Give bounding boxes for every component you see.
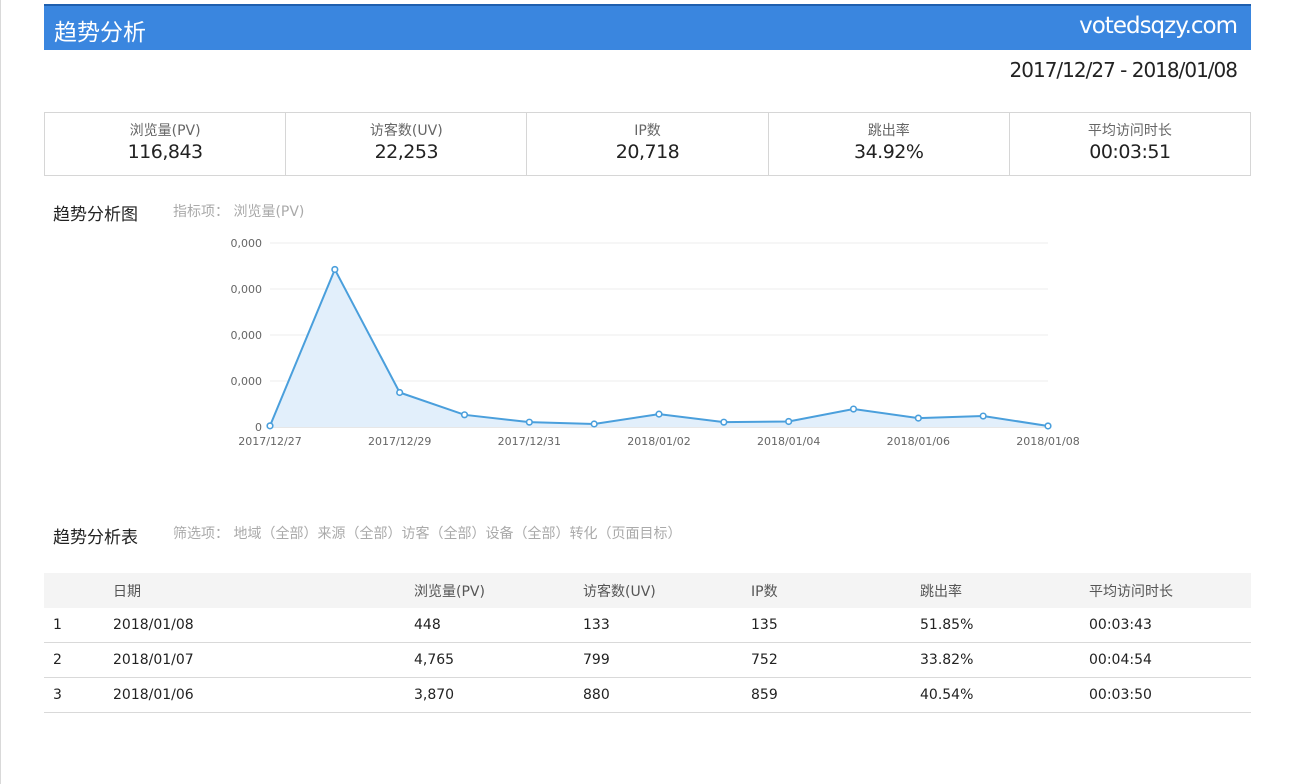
cell-ip: 135 <box>751 617 778 633</box>
summary-bar: 浏览量(PV) 116,843 访客数(UV) 22,253 IP数 20,71… <box>44 112 1251 176</box>
summary-label: IP数 <box>634 123 661 139</box>
summary-label: 访客数(UV) <box>369 123 443 139</box>
cell-index: 3 <box>53 687 62 703</box>
x-tick-label: 2018/01/04 <box>757 435 820 448</box>
summary-avg-duration: 平均访问时长 00:03:51 <box>1010 113 1250 175</box>
table-filters[interactable]: 筛选项： 地域（全部）来源（全部）访客（全部）设备（全部）转化（页面目标） <box>173 523 681 543</box>
col-header-bounce[interactable]: 跳出率 <box>920 581 1089 601</box>
table-section-title: 趋势分析表 <box>53 528 138 548</box>
data-point <box>590 420 598 428</box>
x-tick-label: 2017/12/29 <box>368 435 431 448</box>
y-tick-label: 0 <box>255 421 262 434</box>
data-point <box>331 265 339 274</box>
summary-label: 浏览量(PV) <box>129 123 201 139</box>
chart-indicator-selector[interactable]: 指标项： 浏览量(PV) <box>173 201 304 221</box>
cell-uv: 880 <box>583 687 610 703</box>
x-tick-label: 2018/01/06 <box>887 435 950 448</box>
y-tick-label: 20,000 <box>230 375 262 388</box>
cell-bounce: 40.54% <box>920 687 974 703</box>
trend-table: 日期 浏览量(PV) 访客数(UV) IP数 跳出率 平均访问时长 1 2018… <box>44 573 1251 713</box>
site-domain: votedsqzy.com <box>1079 13 1238 39</box>
cell-index: 2 <box>53 652 62 668</box>
cell-date: 2018/01/07 <box>113 652 194 668</box>
cell-uv: 799 <box>583 652 610 668</box>
y-tick-label: 40,000 <box>230 329 262 342</box>
data-point <box>1044 422 1052 430</box>
cell-duration: 00:03:50 <box>1089 687 1152 703</box>
data-point <box>849 405 858 413</box>
cell-bounce: 51.85% <box>920 617 974 633</box>
summary-value: 34.92% <box>853 141 924 163</box>
cell-uv: 133 <box>583 617 610 633</box>
summary-label: 平均访问时长 <box>1087 123 1172 139</box>
data-point <box>979 412 987 420</box>
page-title: 趋势分析 <box>54 20 146 46</box>
data-point <box>655 410 663 418</box>
table-header: 日期 浏览量(PV) 访客数(UV) IP数 跳出率 平均访问时长 <box>44 573 1251 608</box>
summary-pv: 浏览量(PV) 116,843 <box>45 113 287 175</box>
cell-pv: 3,870 <box>414 687 455 703</box>
summary-value: 20,718 <box>615 141 680 163</box>
trend-chart: 0 20,000 40,000 60,000 80,000 2017/12/27 2017/… <box>230 237 1080 448</box>
summary-value: 116,843 <box>127 141 204 163</box>
table-row: 3 2018/01/06 3,870 880 859 40.54% 00:03:… <box>44 678 1251 713</box>
left-border <box>0 0 1 784</box>
col-header-ip[interactable]: IP数 <box>751 581 920 601</box>
summary-label: 跳出率 <box>867 123 910 139</box>
x-tick-label: 2018/01/02 <box>627 435 690 448</box>
table-row: 2 2018/01/07 4,765 799 752 33.82% 00:04:… <box>44 643 1251 678</box>
series-area <box>270 269 1048 427</box>
x-tick-label: 2017/12/31 <box>498 435 561 448</box>
cell-date: 2018/01/06 <box>113 687 194 703</box>
chart-section-title: 趋势分析图 <box>53 205 138 225</box>
cell-index: 1 <box>53 617 62 633</box>
y-tick-label: 80,000 <box>230 237 262 250</box>
cell-duration: 00:03:43 <box>1089 617 1152 633</box>
cell-pv: 4,765 <box>414 652 455 668</box>
summary-uv: 访客数(UV) 22,253 <box>286 113 528 175</box>
summary-bounce-rate: 跳出率 34.92% <box>769 113 1010 175</box>
data-point <box>720 418 728 426</box>
col-header-duration[interactable]: 平均访问时长 <box>1089 581 1251 601</box>
summary-value: 22,253 <box>374 141 439 163</box>
cell-ip: 859 <box>751 687 778 703</box>
cell-pv: 448 <box>414 617 441 633</box>
cell-duration: 00:04:54 <box>1089 652 1152 668</box>
cell-bounce: 33.82% <box>920 652 974 668</box>
data-point <box>914 414 922 422</box>
data-point <box>266 422 274 430</box>
cell-date: 2018/01/08 <box>113 617 194 633</box>
date-range[interactable]: 2017/12/27 - 2018/01/08 <box>1010 58 1238 82</box>
col-header-uv[interactable]: 访客数(UV) <box>583 581 751 601</box>
table-row: 1 2018/01/08 448 133 135 51.85% 00:03:43 <box>44 608 1251 643</box>
col-header-date[interactable]: 日期 <box>113 581 414 601</box>
data-point <box>460 411 469 419</box>
x-tick-label: 2017/12/27 <box>238 435 301 448</box>
cell-ip: 752 <box>751 652 778 668</box>
page-header: 趋势分析 votedsqzy.com <box>44 4 1251 50</box>
summary-ip: IP数 20,718 <box>527 113 769 175</box>
y-tick-label: 60,000 <box>230 283 262 296</box>
summary-value: 00:03:51 <box>1089 141 1171 163</box>
data-point <box>396 388 404 397</box>
col-header-pv[interactable]: 浏览量(PV) <box>414 581 583 601</box>
data-point <box>785 417 793 426</box>
data-point <box>525 418 533 426</box>
x-tick-label: 2018/01/08 <box>1016 435 1079 448</box>
